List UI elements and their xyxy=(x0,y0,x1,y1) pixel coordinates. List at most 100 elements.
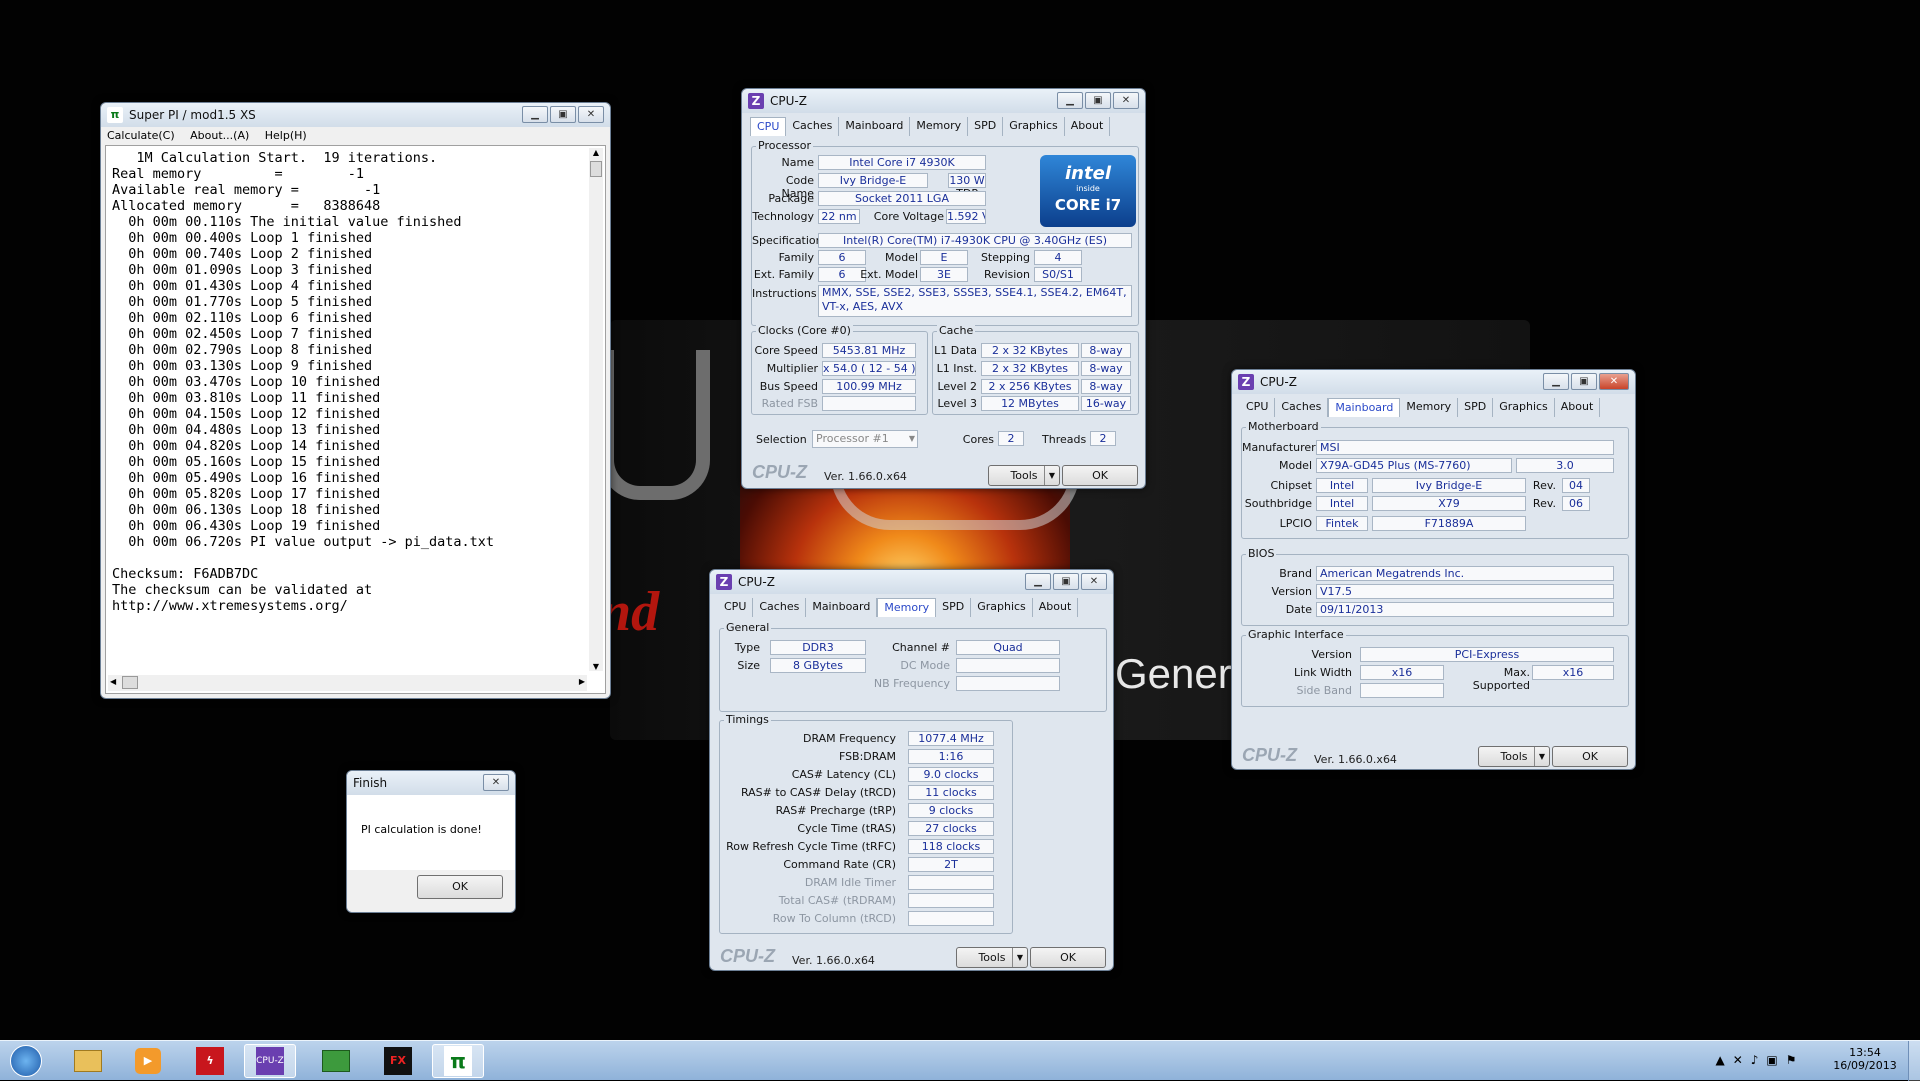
chipset-value: Ivy Bridge-E xyxy=(1372,478,1526,493)
size-value: 8 GBytes xyxy=(770,658,866,673)
vertical-scrollbar[interactable]: ▲ ▼ xyxy=(589,148,603,671)
scroll-left-arrow[interactable]: ◀ xyxy=(110,677,116,686)
finish-titlebar[interactable]: Finish ✕ xyxy=(347,771,515,795)
tab-memory[interactable]: Memory xyxy=(1400,398,1459,417)
ok-button[interactable]: OK xyxy=(1030,947,1106,968)
tab-about[interactable]: About xyxy=(1033,598,1079,617)
ok-button[interactable]: OK xyxy=(417,875,503,899)
tab-about[interactable]: About xyxy=(1065,117,1111,136)
close-button[interactable]: ✕ xyxy=(1599,373,1629,390)
superpi-output-text: 1M Calculation Start. 19 iterations. Real… xyxy=(112,150,494,614)
scroll-down-arrow[interactable]: ▼ xyxy=(589,662,603,671)
tab-caches[interactable]: Caches xyxy=(753,598,807,617)
tab-graphics[interactable]: Graphics xyxy=(1003,117,1065,136)
superpi-output[interactable]: 1M Calculation Start. 19 iterations. Real… xyxy=(105,145,606,694)
tab-graphics[interactable]: Graphics xyxy=(971,598,1033,617)
minimize-button[interactable]: ▁ xyxy=(522,106,548,123)
menu-help[interactable]: Help(H) xyxy=(259,127,313,142)
tab-spd[interactable]: SPD xyxy=(1458,398,1494,417)
menu-calculate[interactable]: Calculate(C) xyxy=(101,127,181,142)
group-title: Clocks (Core #0) xyxy=(756,324,853,337)
taskbar-superpi[interactable]: π xyxy=(432,1044,484,1078)
menu-about[interactable]: About...(A) xyxy=(184,127,255,142)
tab-caches[interactable]: Caches xyxy=(1275,398,1329,417)
tab-spd[interactable]: SPD xyxy=(968,117,1004,136)
processor-select[interactable]: Processor #1 ▼ xyxy=(812,430,918,448)
maximize-button[interactable]: ▣ xyxy=(1571,373,1597,390)
taskbar-amd-overdrive[interactable]: FX xyxy=(372,1044,424,1078)
tab-spd[interactable]: SPD xyxy=(936,598,972,617)
intel-brand: intel xyxy=(1065,163,1111,184)
clock[interactable]: 13:54 16/09/2013 xyxy=(1830,1046,1900,1072)
taskbar-explorer[interactable] xyxy=(62,1044,114,1078)
scroll-thumb[interactable] xyxy=(590,161,602,177)
scroll-right-arrow[interactable]: ▶ xyxy=(579,677,585,686)
hscroll-thumb[interactable] xyxy=(122,676,138,689)
tab-caches[interactable]: Caches xyxy=(786,117,840,136)
dram-frequency-value: 1077.4 MHz xyxy=(908,731,994,746)
close-button[interactable]: ✕ xyxy=(1113,92,1139,109)
scroll-up-arrow[interactable]: ▲ xyxy=(589,148,603,157)
chevron-down-icon[interactable]: ▼ xyxy=(1012,948,1027,967)
clocks-group: Clocks (Core #0) Core Speed 5453.81 MHz … xyxy=(751,324,928,415)
type-label: Type xyxy=(734,641,760,654)
taskbar-gpu-tool[interactable] xyxy=(310,1044,362,1078)
chipset-rev-label: Rev. xyxy=(1532,479,1556,492)
tools-button[interactable]: Tools ▼ xyxy=(956,947,1028,968)
superpi-titlebar[interactable]: π Super PI / mod1.5 XS ▁ ▣ ✕ xyxy=(101,103,610,127)
clock-time: 13:54 xyxy=(1849,1046,1881,1059)
trfc-value: 118 clocks xyxy=(908,839,994,854)
cpuz-titlebar[interactable]: Z CPU-Z ▁ ▣ ✕ xyxy=(710,570,1113,594)
close-button[interactable]: ✕ xyxy=(1081,573,1107,590)
ok-button[interactable]: OK xyxy=(1552,746,1628,767)
tab-cpu[interactable]: CPU xyxy=(750,117,787,136)
codename-value: Ivy Bridge-E xyxy=(818,173,928,188)
tab-graphics[interactable]: Graphics xyxy=(1493,398,1555,417)
l1i-assoc: 8-way xyxy=(1081,361,1131,376)
channel-value: Quad xyxy=(956,640,1060,655)
close-button[interactable]: ✕ xyxy=(578,106,604,123)
tab-cpu[interactable]: CPU xyxy=(1240,398,1276,417)
tab-mainboard[interactable]: Mainboard xyxy=(839,117,911,136)
minimize-button[interactable]: ▁ xyxy=(1025,573,1051,590)
chevron-down-icon[interactable]: ▼ xyxy=(1534,747,1549,766)
tab-cpu[interactable]: CPU xyxy=(718,598,754,617)
taskbar-media-player[interactable]: ▶ xyxy=(122,1044,174,1078)
maximize-button[interactable]: ▣ xyxy=(550,106,576,123)
minimize-button[interactable]: ▁ xyxy=(1543,373,1569,390)
close-button[interactable]: ✕ xyxy=(483,774,509,791)
start-button[interactable] xyxy=(0,1044,52,1078)
extfamily-label: Ext. Family xyxy=(753,268,814,281)
tools-button[interactable]: Tools ▼ xyxy=(988,465,1060,486)
maximize-button[interactable]: ▣ xyxy=(1053,573,1079,590)
multiplier-label: Multiplier xyxy=(766,362,818,375)
command-rate-label: Command Rate (CR) xyxy=(783,858,896,871)
horizontal-scrollbar[interactable]: ◀ ▶ xyxy=(108,675,587,691)
tab-mainboard[interactable]: Mainboard xyxy=(806,598,878,617)
show-desktop-button[interactable] xyxy=(1908,1041,1920,1081)
output-line: Allocated memory = 8388648 xyxy=(112,198,381,214)
tab-about[interactable]: About xyxy=(1555,398,1601,417)
tools-label: Tools xyxy=(978,951,1006,964)
output-line: The checksum can be validated at xyxy=(112,582,373,598)
wallpaper-logo-left xyxy=(600,350,710,500)
ok-button[interactable]: OK xyxy=(1062,465,1138,486)
tab-memory[interactable]: Memory xyxy=(877,598,937,617)
tools-button[interactable]: Tools ▼ xyxy=(1478,746,1550,767)
system-tray-icons[interactable]: ▲✕♪▣⚑ xyxy=(1700,1053,1820,1067)
cpuz-titlebar[interactable]: Z CPU-Z ▁ ▣ ✕ xyxy=(1232,370,1635,394)
maximize-button[interactable]: ▣ xyxy=(1085,92,1111,109)
tras-label: Cycle Time (tRAS) xyxy=(797,822,896,835)
technology-value: 22 nm xyxy=(818,209,860,224)
tab-mainboard[interactable]: Mainboard xyxy=(1328,398,1401,417)
tab-memory[interactable]: Memory xyxy=(910,117,969,136)
bios-date-value: 09/11/2013 xyxy=(1316,602,1614,617)
chevron-down-icon[interactable]: ▼ xyxy=(1044,466,1059,485)
intel-core: CORE i7 xyxy=(1054,196,1122,214)
processor-select-value: Processor #1 xyxy=(816,432,889,445)
taskbar-cpuz[interactable]: CPU-Z xyxy=(244,1044,296,1078)
cpuz-titlebar[interactable]: Z CPU-Z ▁ ▣ ✕ xyxy=(742,89,1145,113)
minimize-button[interactable]: ▁ xyxy=(1057,92,1083,109)
taskbar-flash-app[interactable]: ϟ xyxy=(184,1044,236,1078)
gi-version-value: PCI-Express xyxy=(1360,647,1614,662)
